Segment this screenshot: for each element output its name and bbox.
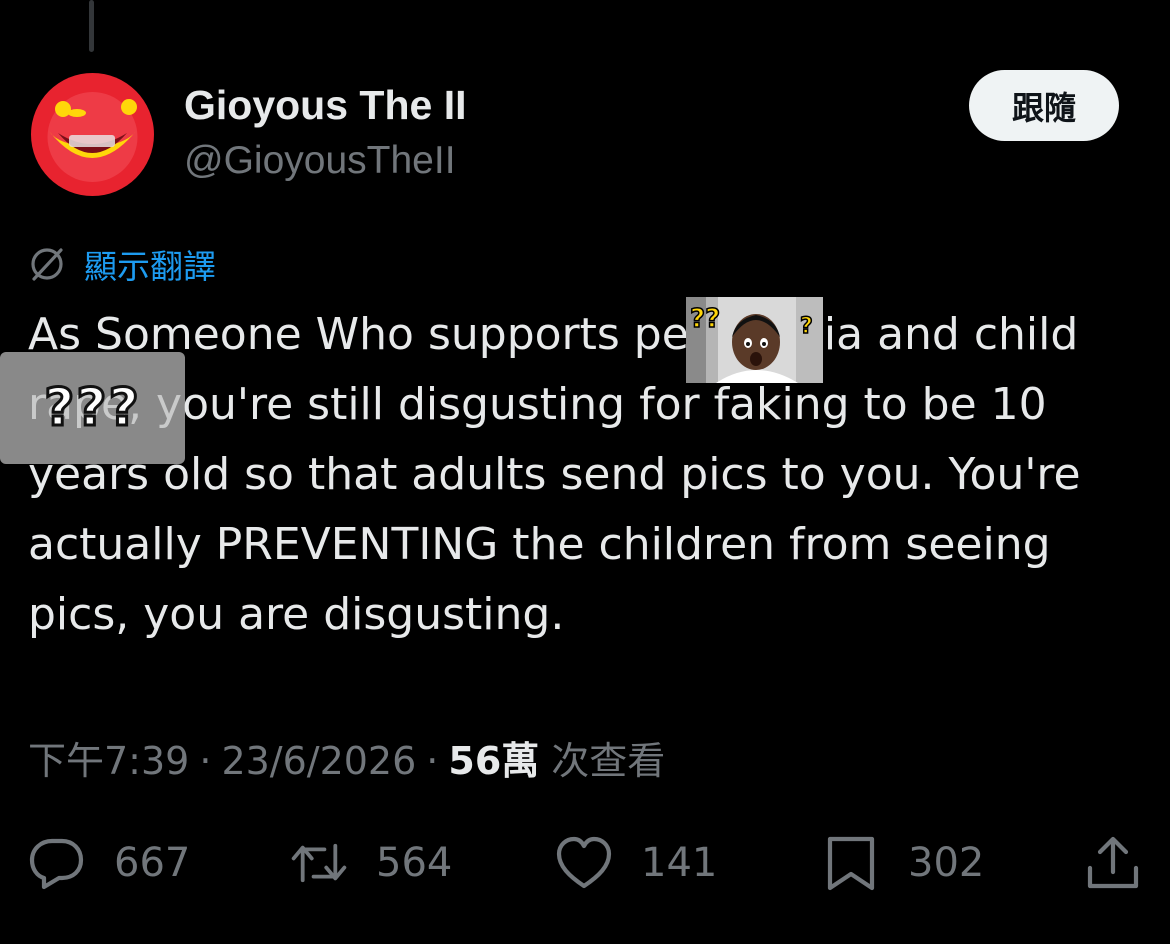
show-translation-link[interactable]: 顯示翻譯 (28, 240, 216, 288)
display-name[interactable]: Gioyous The II (184, 82, 466, 129)
meta-separator: · (426, 739, 439, 783)
show-translation-label: 顯示翻譯 (84, 247, 216, 286)
share-icon (1087, 836, 1139, 889)
confused-man-meme-sticker: ?? ? (686, 297, 823, 383)
views-count[interactable]: 56萬 (448, 730, 539, 785)
tweet-metadata: 下午7:39 · 23/6/2026 · 56萬 次查看 (28, 730, 665, 785)
tweet-date[interactable]: 23/6/2026 (221, 739, 416, 783)
follow-button[interactable]: 跟隨 (969, 70, 1119, 141)
reply-icon (29, 838, 84, 890)
like-button[interactable]: 141 (555, 828, 717, 898)
heart-icon (556, 836, 612, 889)
tweet-body-text: As Someone Who supports pedophilia and c… (28, 309, 1081, 640)
question-marks-sticker: ??? (0, 352, 185, 464)
like-count: 141 (641, 840, 718, 886)
meta-separator: · (199, 739, 212, 783)
bookmark-button[interactable]: 302 (822, 828, 984, 898)
reply-button[interactable]: 667 (28, 828, 190, 898)
retweet-button[interactable]: 564 (290, 828, 452, 898)
user-handle[interactable]: @GioyousTheII (184, 139, 456, 183)
globe-slash-icon (31, 248, 63, 281)
bookmark-icon (827, 836, 875, 891)
tweet-action-bar: 667 564 141 302 (0, 828, 1170, 898)
meme-question-marks-left: ?? (690, 304, 720, 334)
thread-connector-line (89, 0, 94, 52)
question-marks-sticker-text: ??? (43, 377, 141, 440)
retweet-icon (291, 843, 347, 883)
retweet-count: 564 (376, 840, 453, 886)
meme-question-mark-right: ? (800, 314, 813, 339)
reply-count: 667 (114, 840, 191, 886)
tweet-time[interactable]: 下午7:39 (28, 730, 189, 785)
avatar[interactable] (31, 73, 154, 196)
views-label: 次查看 (551, 739, 666, 783)
share-button[interactable] (1084, 828, 1142, 898)
bookmark-count: 302 (908, 840, 985, 886)
